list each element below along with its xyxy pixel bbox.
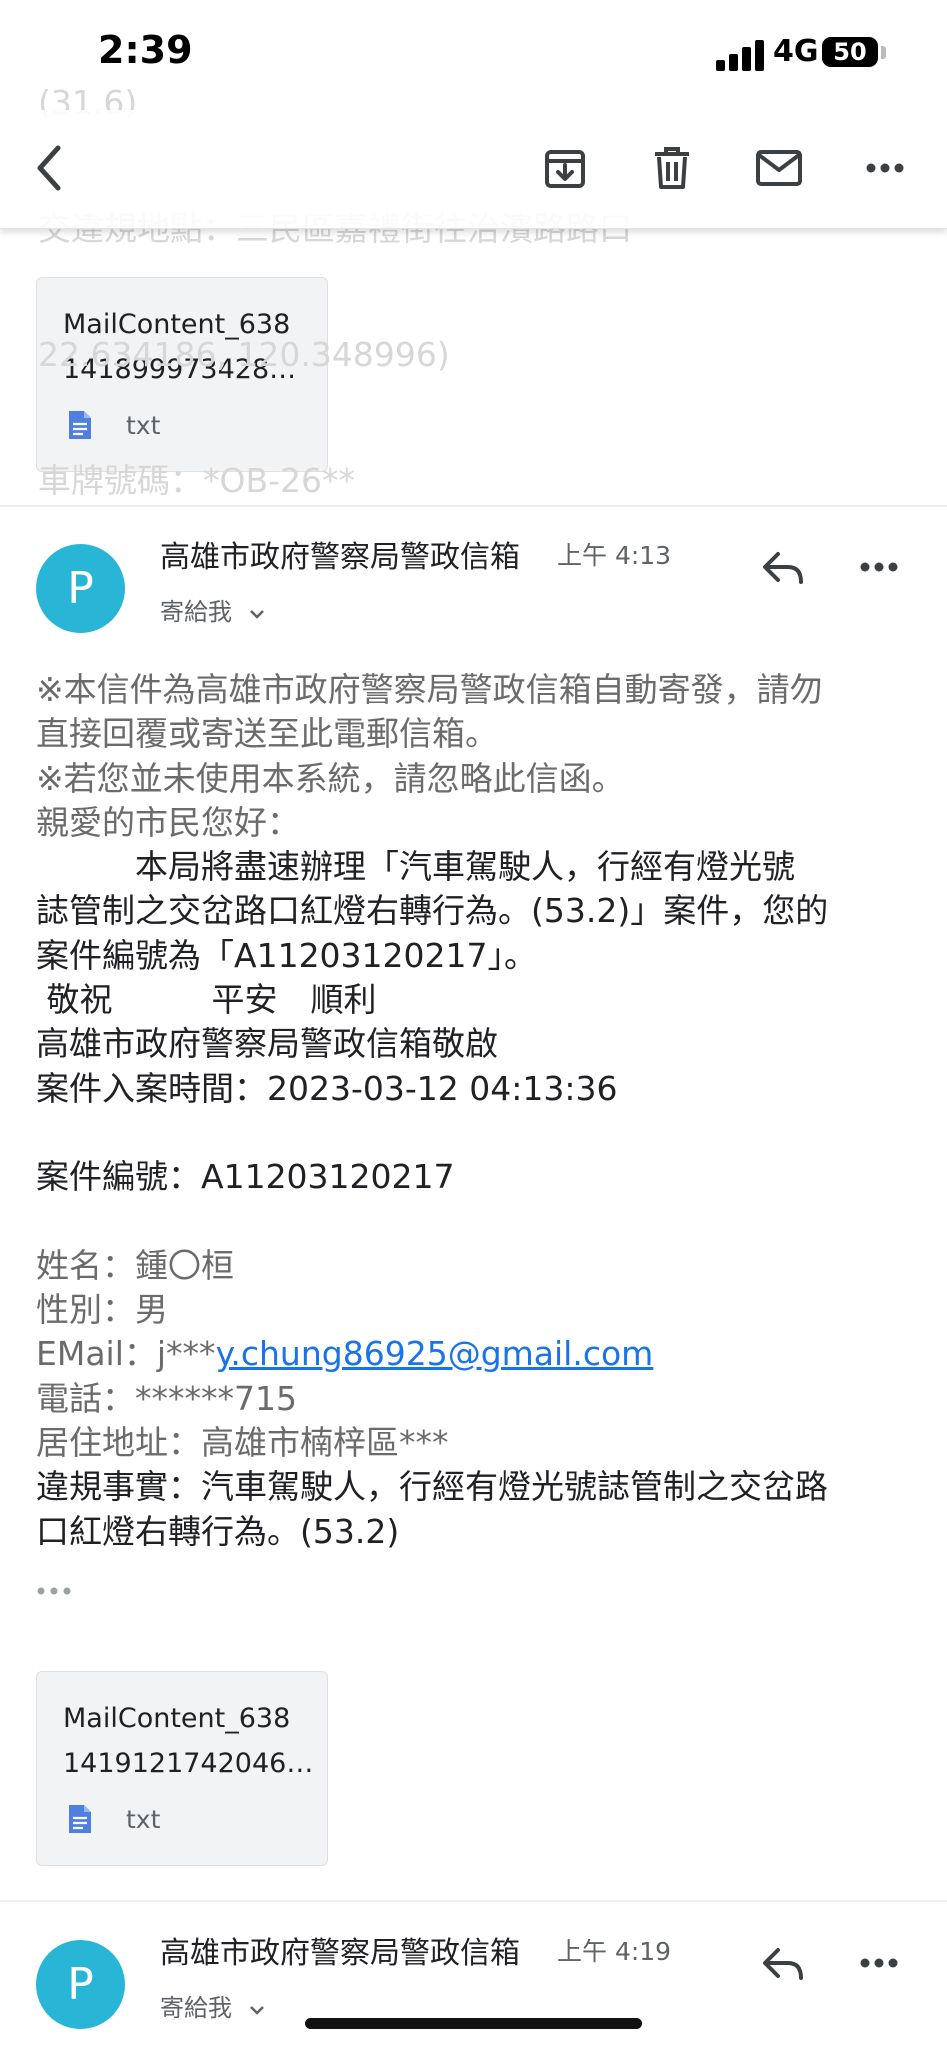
recipient-label: 寄給我 xyxy=(160,1994,232,2022)
email-line: EMail：j***y.chung86925@gmail.com xyxy=(36,1332,916,1376)
attachment-name-line: MailContent_638 xyxy=(63,1703,291,1734)
body-line: 性別：男 xyxy=(36,1290,168,1330)
body-line: ※本信件為高雄市政府警察局警政信箱自動寄發，請勿 xyxy=(36,670,823,709)
more-vert-icon[interactable] xyxy=(860,548,898,590)
text-file-icon xyxy=(67,1803,93,1839)
recipient-toggle[interactable]: 寄給我 xyxy=(160,1988,266,2023)
attachment-type: txt xyxy=(126,1805,161,1834)
trash-icon[interactable] xyxy=(642,138,702,198)
chevron-down-icon xyxy=(249,610,264,619)
reply-icon[interactable] xyxy=(760,1944,806,1986)
body-line: 姓名：鍾〇桓 xyxy=(36,1245,234,1285)
network-type: 4G xyxy=(773,34,819,69)
recipient-label: 寄給我 xyxy=(160,598,232,626)
body-line: 違規事實：汽車駕駛人，行經有燈光號誌管制之交岔路 xyxy=(36,1467,828,1507)
archive-icon[interactable] xyxy=(535,138,595,198)
attachment-name: MailContent_638 1419121742046… xyxy=(63,1696,313,1786)
more-vert-icon[interactable] xyxy=(860,1944,898,1986)
body-line: 案件入案時間：2023-03-12 04:13:36 xyxy=(36,1068,618,1108)
ghost-line: 車牌號碼：*OB-26** xyxy=(38,461,356,500)
body-line: 直接回覆或寄送至此電郵信箱。 xyxy=(36,714,498,754)
message-body: ※本信件為高雄市政府警察局警政信箱自動寄發，請勿 直接回覆或寄送至此電郵信箱。 … xyxy=(36,668,916,1554)
cellular-signal-icon xyxy=(716,37,766,71)
back-arrow-icon[interactable] xyxy=(20,138,80,198)
avatar[interactable]: P xyxy=(36,1940,125,2029)
mail-icon[interactable] xyxy=(749,138,809,198)
reply-icon[interactable] xyxy=(760,548,806,590)
attachment-chip[interactable]: MailContent_638 1419121742046… txt xyxy=(36,1671,328,1866)
battery-nub xyxy=(881,46,886,59)
body-line: 口紅燈右轉行為。(53.2) xyxy=(36,1511,400,1551)
more-vert-icon[interactable] xyxy=(855,138,915,198)
body-line: 居住地址：高雄市楠梓區*** xyxy=(36,1423,449,1463)
recipient-toggle[interactable]: 寄給我 xyxy=(160,592,266,627)
attachment-name-line: 1419121742046… xyxy=(63,1748,314,1779)
battery-level: 50 xyxy=(833,38,867,66)
home-indicator[interactable] xyxy=(305,2018,642,2029)
avatar[interactable]: P xyxy=(36,544,125,633)
body-line: 敬祝 平安 順利 xyxy=(36,980,377,1020)
status-time: 2:39 xyxy=(98,28,193,72)
body-line: 親愛的市民您好： xyxy=(36,802,300,842)
status-bar: 2:39 4G 50 xyxy=(0,0,947,110)
body-line: 本局將盡速辦理「汽車駕駛人，行經有燈光號 xyxy=(36,847,795,887)
email-link[interactable]: y.chung86925@gmail.com xyxy=(216,1334,654,1373)
body-line: 電話：******715 xyxy=(36,1378,297,1418)
sender-name: 高雄市政府警察局警政信箱 xyxy=(160,1936,520,1971)
email-label: EMail：j*** xyxy=(36,1334,216,1374)
body-line: 誌管制之交岔路口紅燈右轉行為。(53.2)」案件，您的 xyxy=(36,891,829,931)
body-line: 高雄市政府警察局警政信箱敬啟 xyxy=(36,1024,498,1064)
message-divider xyxy=(0,1900,947,1902)
body-line: 案件編號：A11203120217 xyxy=(36,1157,455,1197)
body-line: 案件編號為「A11203120217」。 xyxy=(36,935,538,975)
ghost-line: 22.634186, 120.348996) xyxy=(38,335,450,374)
body-line: ※若您並未使用本系統，請忽略此信函。 xyxy=(36,758,625,798)
show-trimmed-content-icon[interactable] xyxy=(36,1582,76,1601)
chevron-down-icon xyxy=(249,2006,264,2015)
message-header[interactable]: P 高雄市政府警察局警政信箱 上午 4:19 寄給我 xyxy=(0,1904,947,2029)
message-time: 上午 4:19 xyxy=(557,1937,672,1966)
email-toolbar xyxy=(0,110,947,229)
battery-icon: 50 xyxy=(822,37,878,67)
